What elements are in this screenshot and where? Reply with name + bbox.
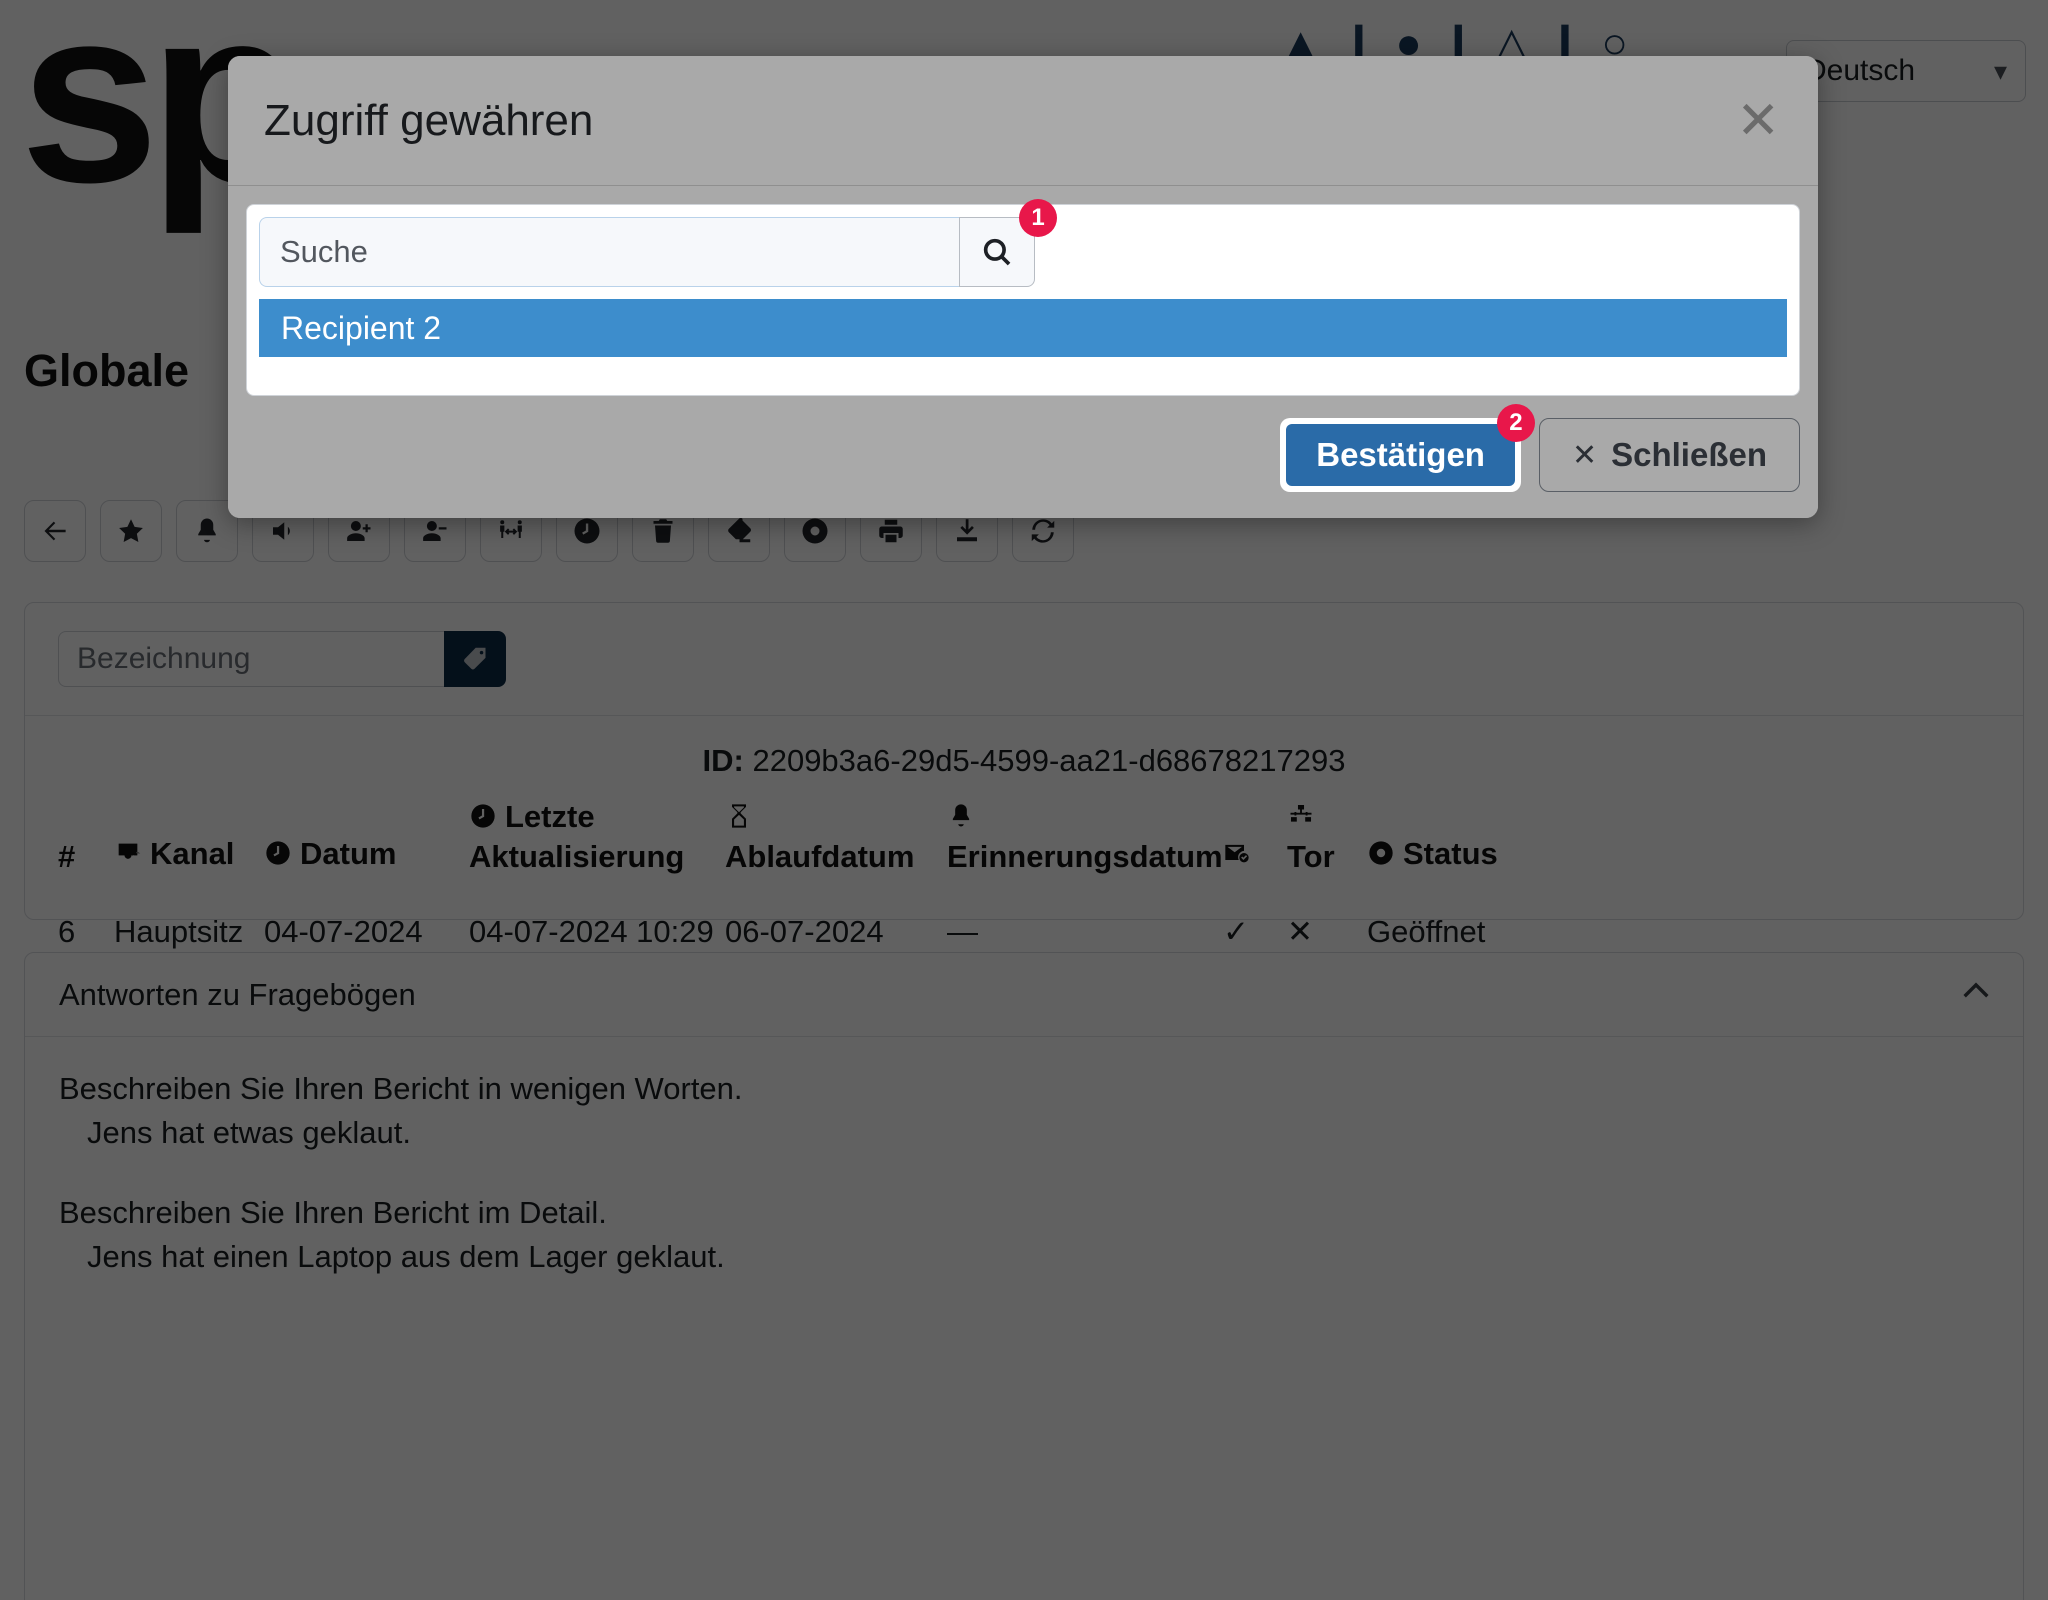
search-input[interactable]: Suche — [259, 217, 959, 287]
screen: sp ▲ ❙ ● ❙ △ ❙ ○ Deutsch ▾ Globale — [0, 0, 2048, 1600]
modal-body: Suche 1 Recipient 2 — [228, 186, 1818, 396]
confirm-button-focus-ring: Bestätigen 2 — [1280, 404, 1535, 492]
modal-header: Zugriff gewähren ✕ — [228, 56, 1818, 186]
close-icon: ✕ — [1571, 438, 1598, 472]
dropdown-option-recipient-2[interactable]: Recipient 2 — [259, 299, 1787, 357]
confirm-button[interactable]: Bestätigen — [1286, 424, 1515, 486]
dropdown-empty-area — [259, 357, 1787, 383]
recipient-dropdown: Recipient 2 — [259, 299, 1787, 383]
close-button[interactable]: ✕ Schließen — [1538, 418, 1800, 492]
modal-title: Zugriff gewähren — [264, 95, 594, 145]
confirm-step-badge: 2 — [1496, 404, 1535, 442]
search-row: Suche 1 — [259, 199, 1787, 287]
recipient-picker: Suche 1 Recipient 2 — [246, 199, 1800, 396]
modal-footer: Bestätigen 2 ✕ Schließen — [228, 396, 1818, 518]
search-icon — [983, 238, 1011, 266]
search-step-badge: 1 — [1019, 199, 1057, 237]
close-icon[interactable]: ✕ — [1736, 95, 1780, 147]
close-button-label: Schließen — [1611, 436, 1767, 473]
grant-access-modal: Zugriff gewähren ✕ Suche 1 Recipient 2 B… — [228, 56, 1818, 518]
